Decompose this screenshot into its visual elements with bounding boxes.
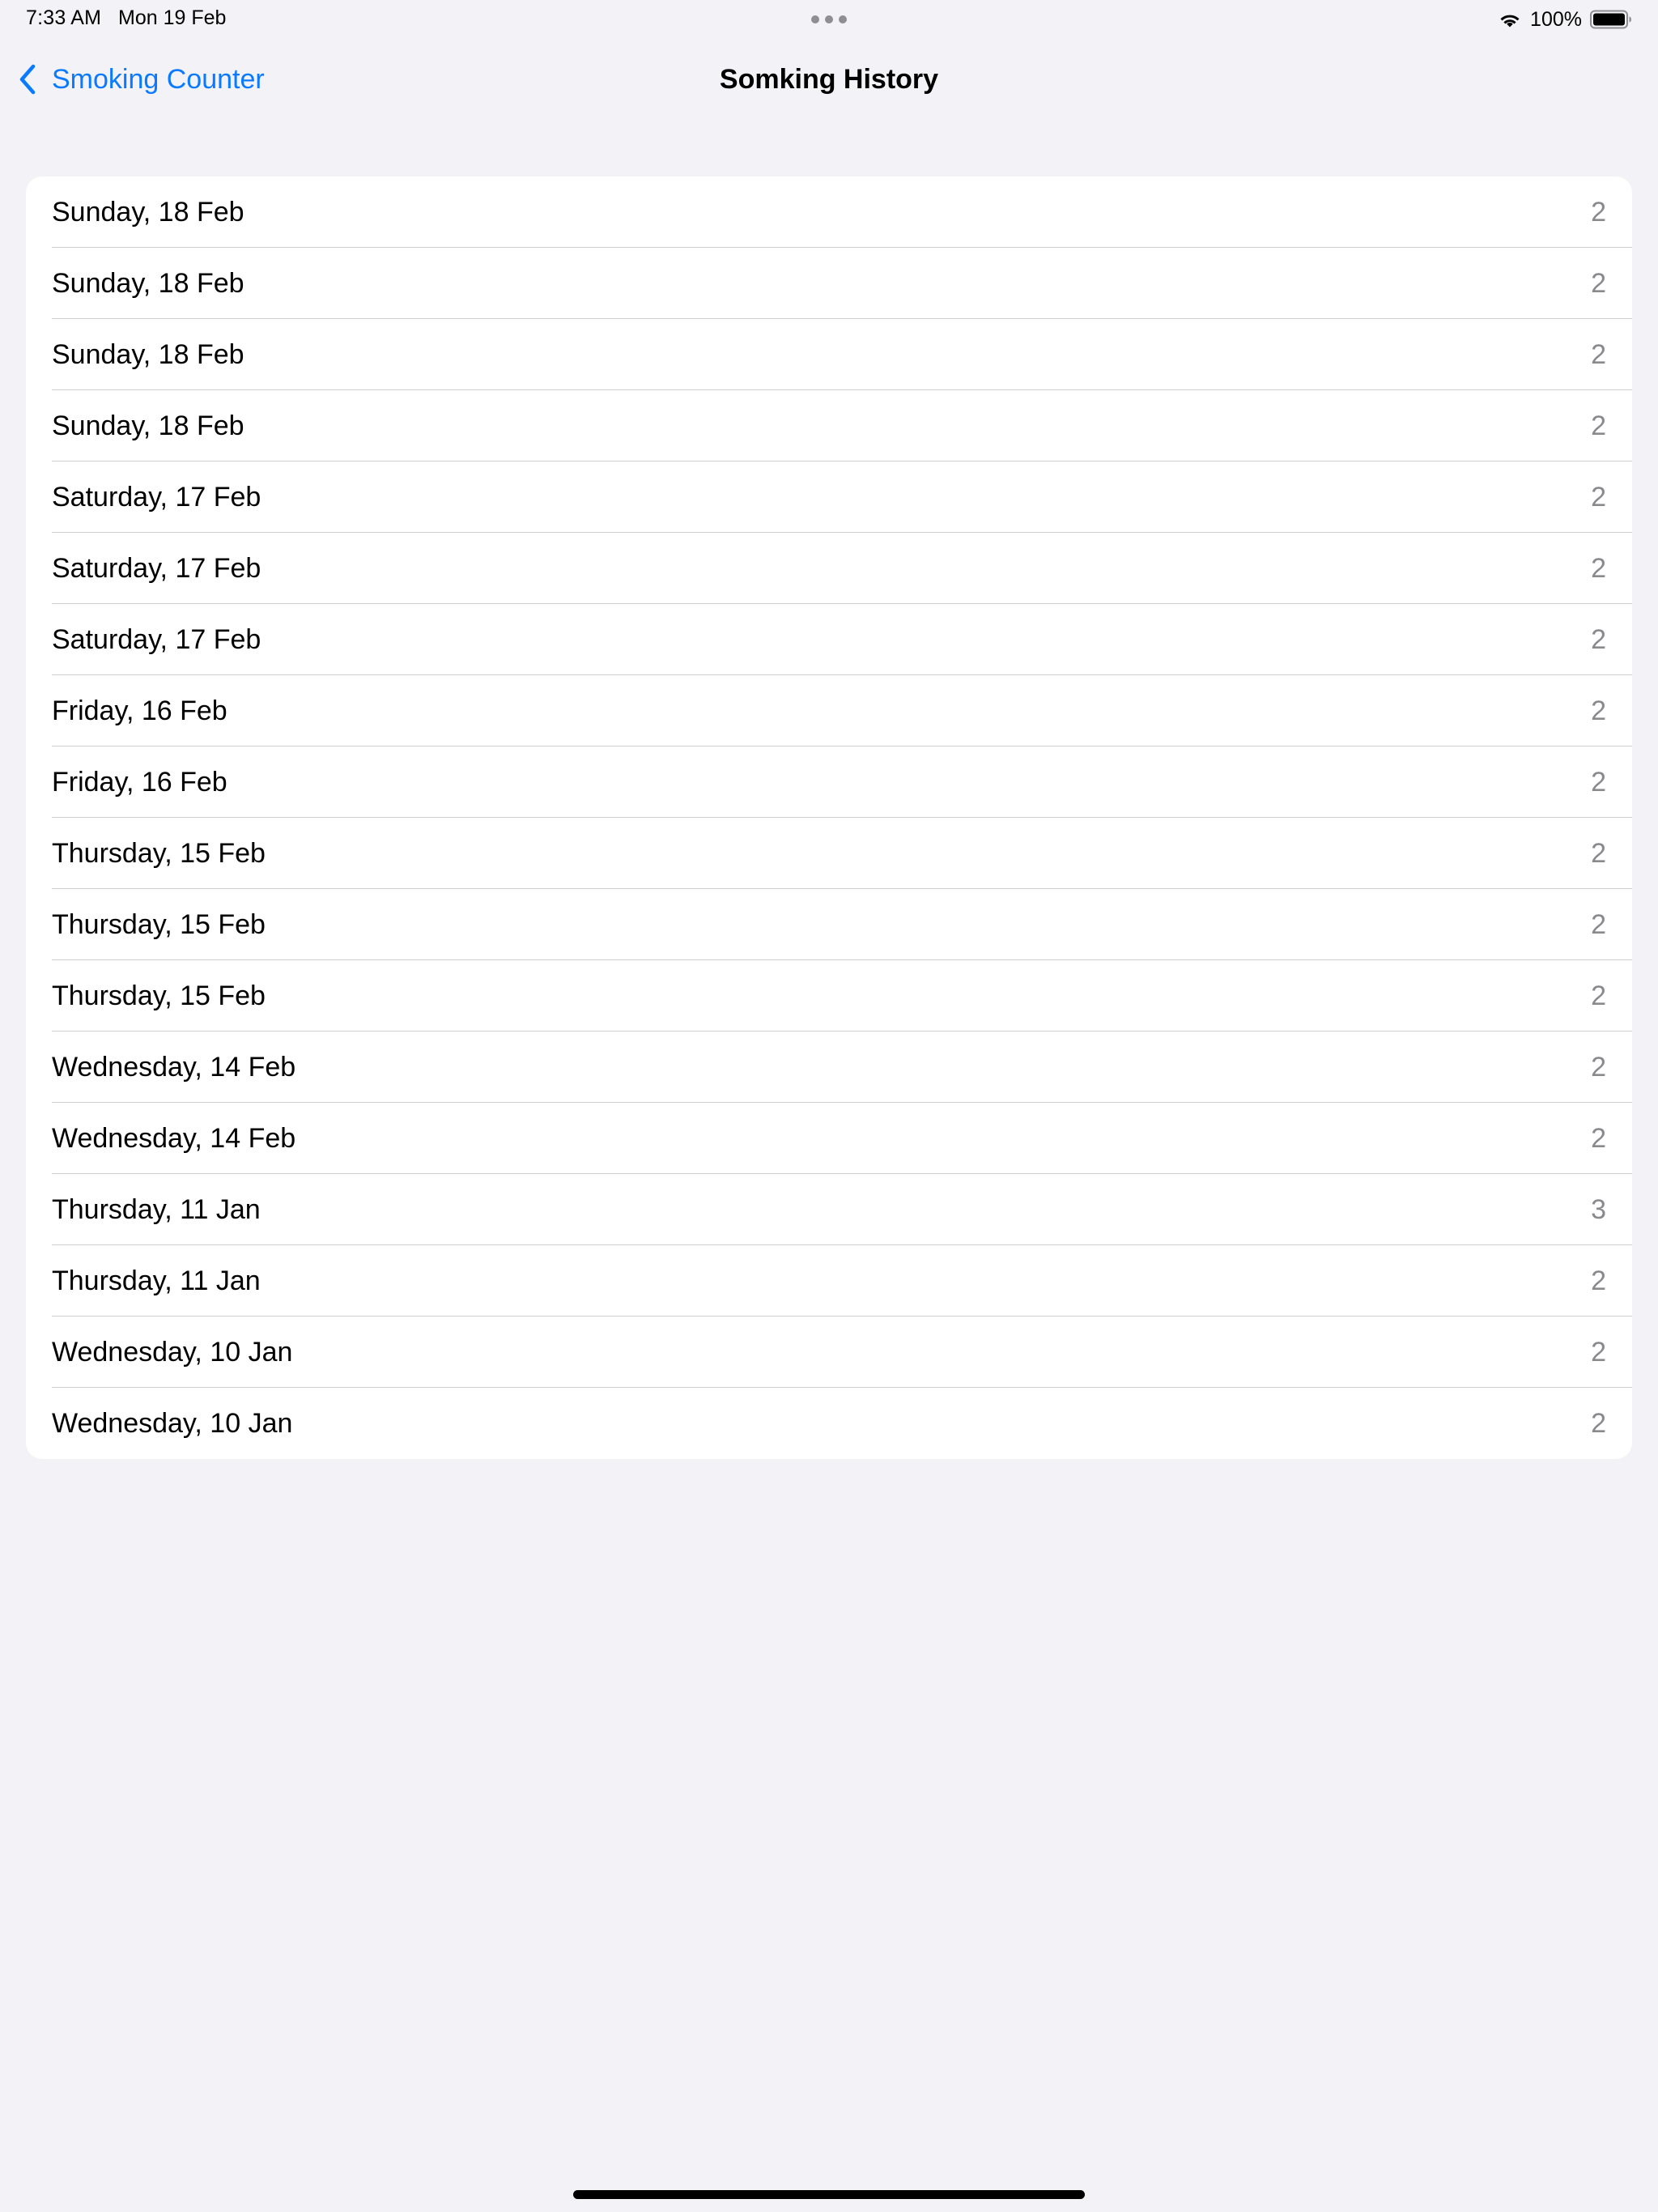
status-indicators: 100% <box>1498 6 1632 32</box>
list-item-date: Friday, 16 Feb <box>52 766 227 798</box>
list-item-count: 2 <box>1591 338 1606 370</box>
multitasking-dots-icon[interactable] <box>811 15 847 23</box>
list-item-count: 2 <box>1591 1051 1606 1083</box>
list-item-date: Saturday, 17 Feb <box>52 623 261 655</box>
list-item-date: Saturday, 17 Feb <box>52 552 261 584</box>
list-item-date: Thursday, 11 Jan <box>52 1193 261 1225</box>
list-item[interactable]: Wednesday, 14 Feb 2 <box>26 1032 1632 1103</box>
list-item[interactable]: Wednesday, 10 Jan 2 <box>26 1388 1632 1459</box>
list-item-count: 2 <box>1591 1265 1606 1296</box>
list-item-date: Sunday, 18 Feb <box>52 338 244 370</box>
list-item-count: 2 <box>1591 267 1606 299</box>
battery-percent: 100% <box>1530 7 1582 31</box>
list-item[interactable]: Saturday, 17 Feb 2 <box>26 533 1632 604</box>
list-item-count: 2 <box>1591 837 1606 869</box>
list-item[interactable]: Sunday, 18 Feb 2 <box>26 390 1632 462</box>
list-item-count: 2 <box>1591 552 1606 584</box>
list-item[interactable]: Thursday, 11 Jan 2 <box>26 1245 1632 1317</box>
list-item-date: Wednesday, 14 Feb <box>52 1122 296 1154</box>
list-item-date: Thursday, 11 Jan <box>52 1265 261 1296</box>
status-date: Mon 19 Feb <box>118 6 227 29</box>
list-item[interactable]: Wednesday, 10 Jan 2 <box>26 1317 1632 1388</box>
list-item-date: Sunday, 18 Feb <box>52 267 244 299</box>
list-item-date: Thursday, 15 Feb <box>52 837 266 869</box>
list-item-count: 2 <box>1591 908 1606 940</box>
list-item[interactable]: Friday, 16 Feb 2 <box>26 675 1632 747</box>
page-title: Somking History <box>719 64 939 95</box>
history-list: Sunday, 18 Feb 2 Sunday, 18 Feb 2 Sunday, 18… <box>26 177 1632 1459</box>
list-item-date: Wednesday, 10 Jan <box>52 1336 293 1368</box>
list-item[interactable]: Thursday, 11 Jan 3 <box>26 1174 1632 1245</box>
list-item[interactable]: Sunday, 18 Feb 2 <box>26 177 1632 248</box>
list-item[interactable]: Thursday, 15 Feb 2 <box>26 818 1632 889</box>
list-item-count: 2 <box>1591 623 1606 655</box>
home-indicator[interactable] <box>573 2190 1085 2199</box>
list-item-date: Thursday, 15 Feb <box>52 980 266 1011</box>
list-item-count: 2 <box>1591 766 1606 798</box>
list-item[interactable]: Sunday, 18 Feb 2 <box>26 319 1632 390</box>
list-item[interactable]: Saturday, 17 Feb 2 <box>26 462 1632 533</box>
list-item[interactable]: Saturday, 17 Feb 2 <box>26 604 1632 675</box>
list-item[interactable]: Sunday, 18 Feb 2 <box>26 248 1632 319</box>
status-time: 7:33 AM <box>26 6 102 29</box>
list-item[interactable]: Thursday, 15 Feb 2 <box>26 960 1632 1032</box>
list-item-count: 2 <box>1591 1407 1606 1439</box>
list-item-count: 2 <box>1591 481 1606 513</box>
list-item-date: Saturday, 17 Feb <box>52 481 261 513</box>
status-bar: 7:33 AM Mon 19 Feb 100% <box>0 0 1658 39</box>
list-item-date: Friday, 16 Feb <box>52 695 227 726</box>
list-item-date: Wednesday, 10 Jan <box>52 1407 293 1439</box>
list-item-count: 2 <box>1591 196 1606 228</box>
list-item-count: 2 <box>1591 410 1606 441</box>
list-item[interactable]: Friday, 16 Feb 2 <box>26 747 1632 818</box>
list-item-count: 2 <box>1591 1122 1606 1154</box>
navigation-bar: Smoking Counter Somking History <box>0 49 1658 110</box>
list-item-count: 2 <box>1591 980 1606 1011</box>
battery-full-icon <box>1590 10 1631 29</box>
list-item-date: Sunday, 18 Feb <box>52 410 244 441</box>
list-item-count: 2 <box>1591 1336 1606 1368</box>
list-item-date: Wednesday, 14 Feb <box>52 1051 296 1083</box>
list-item-date: Thursday, 15 Feb <box>52 908 266 940</box>
list-item-count: 2 <box>1591 695 1606 726</box>
list-item-date: Sunday, 18 Feb <box>52 196 244 228</box>
list-item[interactable]: Thursday, 15 Feb 2 <box>26 889 1632 960</box>
wifi-icon <box>1500 15 1520 28</box>
list-item[interactable]: Wednesday, 14 Feb 2 <box>26 1103 1632 1174</box>
list-item-count: 3 <box>1591 1193 1606 1225</box>
